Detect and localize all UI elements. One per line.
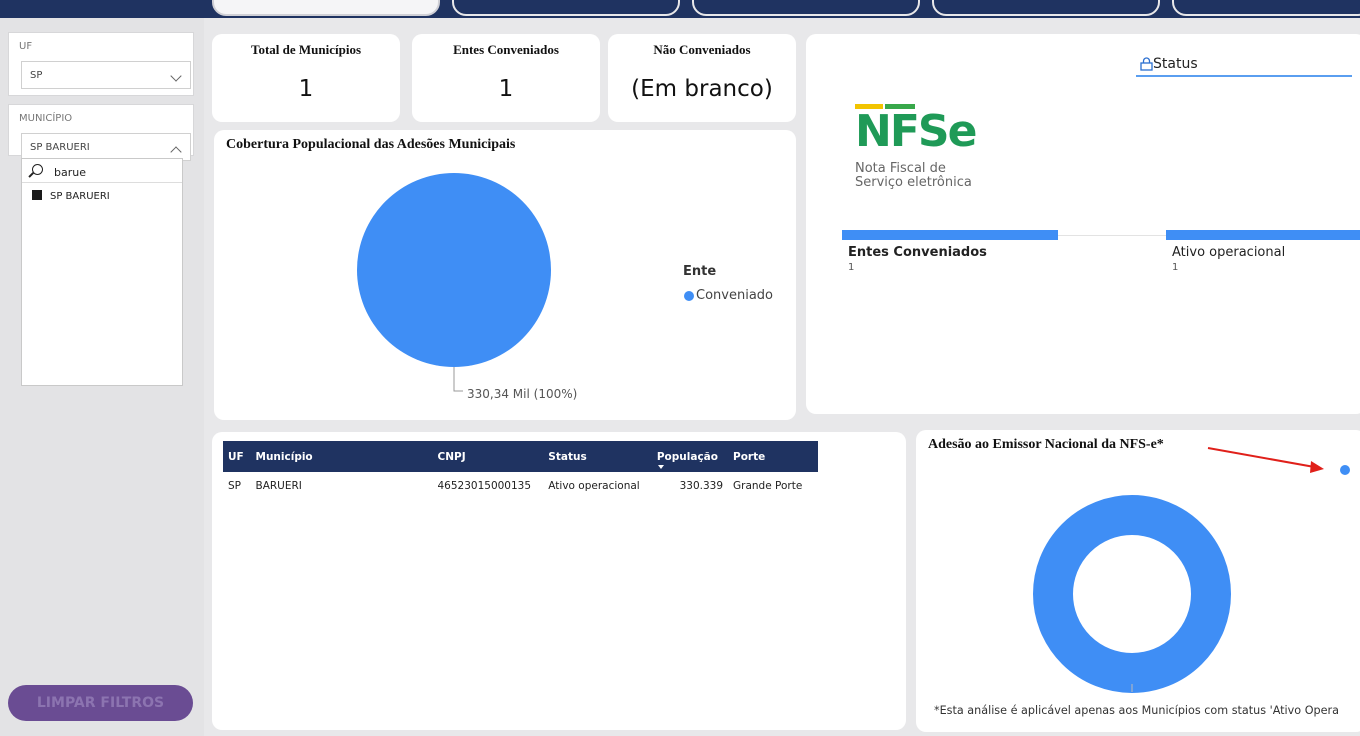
kpi-conveniados-value: 1 — [498, 76, 514, 102]
municipio-slicer: MUNICÍPIO SP BARUERI — [8, 104, 194, 161]
cell-municipio: BARUERI — [255, 480, 302, 492]
donut-footnote: *Esta análise é aplicável apenas aos Mun… — [934, 704, 1339, 717]
status-slicer-label[interactable]: Status — [1153, 56, 1198, 72]
cell-uf: SP — [228, 480, 241, 492]
emissor-donut-chart — [1033, 495, 1231, 693]
nfse-logo: NFSe Nota Fiscal de Serviço eletrônica — [855, 104, 985, 190]
municipio-option[interactable]: SP BARUERI — [32, 190, 110, 202]
uf-slicer: UF SP — [8, 32, 194, 96]
table-row[interactable]: SP BARUERI 46523015000135 Ativo operacio… — [223, 472, 818, 500]
col-header-populacao-label: População — [656, 450, 718, 463]
status-underline — [1136, 75, 1352, 77]
donut-segment[interactable] — [1033, 495, 1231, 693]
col-header-status[interactable]: Status — [543, 441, 652, 472]
cell-status: Ativo operacional — [548, 480, 640, 492]
legend-dot-icon — [684, 291, 694, 301]
bar1-value: 1 — [848, 262, 855, 273]
nfse-logo-subtitle-1: Nota Fiscal de — [855, 161, 946, 176]
kpi-total-value: 1 — [298, 76, 314, 102]
municipio-search-text: barue — [54, 166, 86, 179]
kpi-conveniados-card: Entes Conveniados 1 — [412, 34, 600, 122]
nav-tab-5[interactable] — [1172, 0, 1360, 16]
kpi-total-title: Total de Municípios — [250, 42, 362, 57]
uf-dropdown[interactable]: SP — [21, 61, 191, 89]
nfse-info-card — [806, 34, 1360, 414]
municipio-option-label: SP BARUERI — [50, 191, 110, 202]
nav-tab-4[interactable] — [932, 0, 1160, 16]
search-icon — [32, 164, 43, 175]
kpi-nao-conveniados-card: Não Conveniados (Em branco) — [608, 34, 796, 122]
nav-tab-2[interactable] — [452, 0, 680, 16]
municipio-dropdown[interactable]: SP BARUERI — [21, 133, 191, 161]
pie-slice-conveniado[interactable] — [357, 173, 551, 367]
chevron-up-icon — [170, 146, 182, 158]
annotation-arrow — [1207, 447, 1350, 475]
sort-desc-icon — [657, 465, 664, 469]
donut-legend-dot-icon — [1340, 465, 1350, 475]
table-header-row: UF Município CNPJ Status População Porte — [223, 441, 818, 472]
nav-tab-3[interactable] — [692, 0, 920, 16]
uf-slicer-label: UF — [19, 41, 33, 52]
col-header-municipio[interactable]: Município — [250, 441, 433, 472]
bar2-label: Ativo operacional — [1172, 245, 1286, 260]
pie-data-label: 330,34 Mil (100%) — [467, 387, 578, 401]
pie-legend-item[interactable]: Conveniado — [696, 288, 773, 303]
nav-tab-1[interactable] — [212, 0, 440, 16]
col-header-cnpj[interactable]: CNPJ — [432, 441, 544, 472]
kpi-conveniados-title: Entes Conveniados — [453, 42, 559, 57]
ativo-operacional-bar[interactable] — [1166, 230, 1360, 240]
pie-leader-line — [453, 367, 463, 392]
municipio-dropdown-value: SP BARUERI — [30, 142, 90, 153]
municipio-search-input[interactable]: barue — [22, 161, 182, 183]
kpi-total-card: Total de Municípios 1 — [212, 34, 400, 122]
municipio-dropdown-panel: barue SP BARUERI — [21, 158, 183, 386]
cell-porte: Grande Porte — [733, 480, 803, 492]
municipios-table: UF Município CNPJ Status População Porte… — [223, 441, 818, 500]
bar1-label: Entes Conveniados — [848, 245, 987, 260]
kpi-nao-conveniados-value: (Em branco) — [631, 76, 773, 102]
nfse-logo-subtitle-2: Serviço eletrônica — [855, 175, 972, 190]
nfse-logo-letters: NFSe — [855, 106, 977, 157]
uf-dropdown-value: SP — [30, 70, 43, 81]
bar2-value: 1 — [1172, 262, 1179, 273]
clear-filters-button[interactable]: LIMPAR FILTROS — [8, 685, 193, 721]
chevron-down-icon — [170, 70, 182, 82]
col-header-porte[interactable]: Porte — [728, 441, 818, 472]
donut-chart-title: Adesão ao Emissor Nacional da NFS-e* — [928, 437, 1164, 452]
entes-conveniados-bar[interactable] — [842, 230, 1058, 240]
cell-populacao: 330.339 — [679, 480, 723, 492]
checkbox-checked-icon[interactable] — [32, 190, 42, 200]
pie-legend-title: Ente — [683, 264, 717, 279]
col-header-populacao[interactable]: População — [651, 441, 728, 472]
bar-separator — [1058, 235, 1166, 236]
lock-icon — [1140, 57, 1153, 71]
cell-cnpj: 46523015000135 — [437, 480, 532, 492]
col-header-uf[interactable]: UF — [223, 441, 251, 472]
municipio-slicer-label: MUNICÍPIO — [19, 113, 73, 124]
kpi-nao-conveniados-title: Não Conveniados — [653, 42, 751, 57]
